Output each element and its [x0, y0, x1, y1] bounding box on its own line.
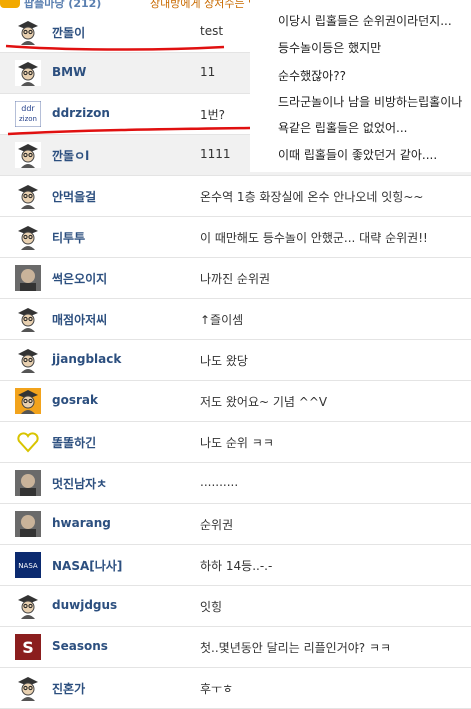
seasons-avatar[interactable]: S [15, 634, 41, 660]
overlay-text-line: 순수했잖아?? [278, 69, 346, 83]
photo-avatar[interactable] [15, 265, 41, 291]
professor-avatar[interactable] [15, 675, 41, 701]
comment-nickname[interactable]: 매점아저씨 [52, 311, 107, 328]
overlay-text-line: 드라군놀이나 남을 비방하는립홀이나 [278, 95, 463, 109]
comment-nickname[interactable]: 진혼가 [52, 680, 85, 697]
comment-nickname[interactable]: 썩은오이지 [52, 270, 107, 287]
comment-nickname[interactable]: 티투투 [52, 229, 85, 246]
comment-message: test [200, 24, 224, 38]
comment-message: 순위권 [200, 518, 234, 532]
professor-avatar[interactable] [15, 142, 41, 168]
overlay-text-line: 이때 립홀들이 좋았던거 같아.... [278, 148, 438, 162]
comment-message: 나도 순위 ㅋㅋ [200, 436, 274, 450]
svg-text:zizon: zizon [19, 115, 37, 123]
overlay-text-line: 등수놀이등은 했지만 [278, 41, 382, 55]
professor-avatar[interactable] [15, 306, 41, 332]
svg-text:S: S [22, 638, 34, 657]
comments-title: 팝플마당 (212) [24, 0, 102, 10]
comment-nickname[interactable]: jjangblack [52, 352, 121, 366]
comment-nickname[interactable]: duwjdgus [52, 598, 117, 612]
overlay-text-line: 욕같은 립홀들은 없었어... [278, 121, 408, 135]
comment-nickname[interactable]: gosrak [52, 393, 98, 407]
comment-nickname[interactable]: ddrzizon [52, 106, 110, 120]
comment-nickname[interactable]: 안먹을걸 [52, 188, 96, 205]
photo-avatar[interactable] [15, 470, 41, 496]
comment-message: ↑즐이셈 [200, 313, 244, 327]
comment-nickname[interactable]: 깐돌ㅇl [52, 147, 89, 164]
orange-professor-avatar[interactable] [15, 388, 41, 414]
comment-nickname[interactable]: hwarang [52, 516, 111, 530]
comment-row: hwarang 순위권 [0, 504, 471, 545]
comment-row: 매점아저씨 ↑즐이셈 [0, 299, 471, 340]
ddrzizon-avatar[interactable]: ddr zizon [15, 101, 41, 127]
comment-row: 안먹을걸 온수역 1층 화장실에 온수 안나오네 잇힝~~ [0, 176, 471, 217]
svg-text:NASA: NASA [18, 562, 38, 570]
comment-nickname[interactable]: 멋진남자ㅊ [52, 475, 107, 492]
professor-avatar[interactable] [15, 60, 41, 86]
comment-message: 온수역 1층 화장실에 온수 안나오네 잇힝~~ [200, 190, 424, 204]
nasa-avatar[interactable]: NASA [15, 552, 41, 578]
comment-message: 후ㅜㅎ [200, 682, 234, 696]
comment-message: 저도 왔어요~ 기념 ^^V [200, 395, 328, 409]
comment-row: 똘똘하긴 나도 순위 ㅋㅋ [0, 422, 471, 463]
comment-message: .......... [200, 475, 239, 489]
comment-row: jjangblack 나도 왔당 [0, 340, 471, 381]
comment-message: 잇힝 [200, 600, 223, 614]
comment-message: 첫..몇년동안 달리는 리플인거야? ㅋㅋ [200, 641, 392, 655]
speech-bubble-icon [0, 0, 20, 8]
comment-nickname[interactable]: BMW [52, 65, 86, 79]
comment-row: 멋진남자ㅊ.......... [0, 463, 471, 504]
overlay-text-line: 이당시 립홀들은 순위권이라던지... [278, 14, 452, 28]
comment-message: 1번? [200, 108, 226, 122]
comment-message: 11 [200, 65, 216, 79]
svg-text:ddr: ddr [21, 104, 35, 113]
comment-row: duwjdgus 잇힝 [0, 586, 471, 627]
comment-nickname[interactable]: Seasons [52, 639, 108, 653]
professor-avatar[interactable] [15, 593, 41, 619]
comment-nickname[interactable]: NASA[나사] [52, 557, 122, 574]
professor-avatar[interactable] [15, 347, 41, 373]
professor-avatar[interactable] [15, 183, 41, 209]
comment-message: 이 때만해도 등수놀이 안했군... 대략 순위권!! [200, 231, 428, 245]
comment-message: 1111 [200, 147, 231, 161]
comment-nickname[interactable]: 똘똘하긴 [52, 434, 96, 451]
comment-row: NASA NASA[나사] 하하 14등..-.- [0, 545, 471, 586]
comment-row: 썩은오이지 나까진 순위권 [0, 258, 471, 299]
comment-message: 나까진 순위권 [200, 272, 271, 286]
professor-avatar[interactable] [15, 224, 41, 250]
comment-row: 티투투 이 때만해도 등수놀이 안했군... 대략 순위권!! [0, 217, 471, 258]
comment-row: 진혼가 후ㅜㅎ [0, 668, 471, 709]
comment-message: 나도 왔당 [200, 354, 248, 368]
comment-message: 하하 14등..-.- [200, 559, 273, 573]
comment-nickname[interactable]: 깐돌이 [52, 24, 85, 41]
photo-avatar[interactable] [15, 511, 41, 537]
comment-row: S Seasons 첫..몇년동안 달리는 리플인거야? ㅋㅋ [0, 627, 471, 668]
comment-row: gosrak 저도 왔어요~ 기념 ^^V [0, 381, 471, 422]
heart-avatar[interactable] [15, 429, 41, 455]
professor-avatar[interactable] [15, 19, 41, 45]
